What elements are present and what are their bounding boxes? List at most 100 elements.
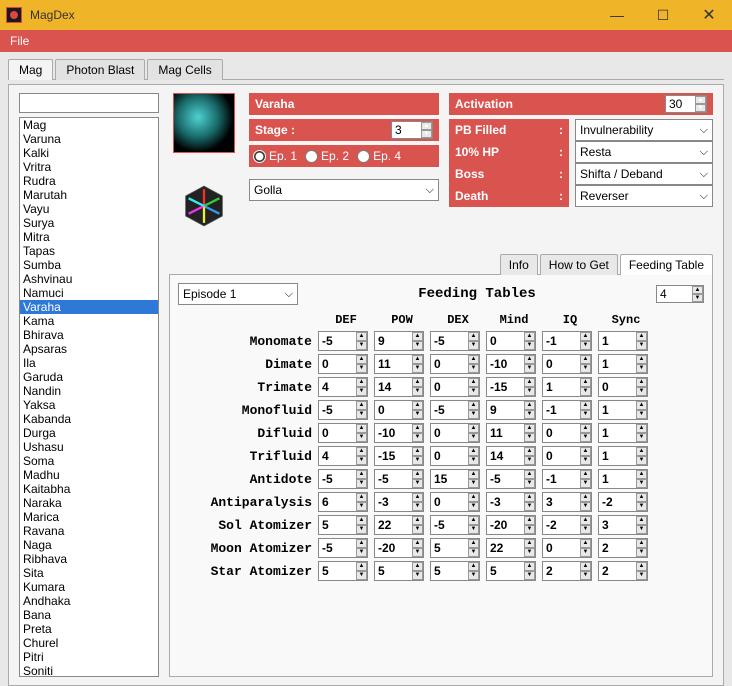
down-arrow-icon[interactable]: ▼ [636,341,647,350]
episode-combo[interactable]: Episode 1 [178,283,298,305]
mag-list-item[interactable]: Namuci [20,286,158,300]
down-arrow-icon[interactable]: ▼ [468,433,479,442]
stat-spinner[interactable]: ▲▼ [374,377,424,397]
down-arrow-icon[interactable]: ▼ [412,479,423,488]
up-arrow-icon[interactable]: ▲ [580,424,591,433]
mag-list-item[interactable]: Durga [20,426,158,440]
down-arrow-icon[interactable]: ▼ [412,456,423,465]
up-arrow-icon[interactable]: ▲ [636,539,647,548]
stat-spinner[interactable]: ▲▼ [318,469,368,489]
mag-list-item[interactable]: Bana [20,608,158,622]
up-arrow-icon[interactable]: ▲ [580,401,591,410]
stat-spinner[interactable]: ▲▼ [486,354,536,374]
mag-list-item[interactable]: Ribhava [20,552,158,566]
up-arrow-icon[interactable]: ▲ [356,424,367,433]
stat-spinner[interactable]: ▲▼ [542,400,592,420]
stat-spinner[interactable]: ▲▼ [318,492,368,512]
down-arrow-icon[interactable]: ▼ [692,294,703,302]
mag-list-item[interactable]: Varaha [20,300,158,314]
up-arrow-icon[interactable]: ▲ [580,539,591,548]
up-arrow-icon[interactable]: ▲ [412,516,423,525]
stat-spinner[interactable]: ▲▼ [486,377,536,397]
stat-spinner[interactable]: ▲▼ [542,561,592,581]
down-arrow-icon[interactable]: ▼ [524,548,535,557]
activation-combo[interactable]: Shifta / Deband [575,163,713,185]
down-arrow-icon[interactable]: ▼ [524,525,535,534]
stat-spinner[interactable]: ▲▼ [598,561,648,581]
stat-spinner[interactable]: ▲▼ [430,400,480,420]
down-arrow-icon[interactable]: ▼ [636,479,647,488]
up-arrow-icon[interactable]: ▲ [636,447,647,456]
down-arrow-icon[interactable]: ▼ [356,479,367,488]
mag-list-item[interactable]: Ila [20,356,158,370]
stat-spinner[interactable]: ▲▼ [542,492,592,512]
down-arrow-icon[interactable]: ▼ [524,341,535,350]
down-arrow-icon[interactable]: ▼ [524,571,535,580]
stat-spinner[interactable]: ▲▼ [486,492,536,512]
up-arrow-icon[interactable]: ▲ [356,470,367,479]
down-arrow-icon[interactable]: ▼ [636,548,647,557]
down-arrow-icon[interactable]: ▼ [412,433,423,442]
up-arrow-icon[interactable]: ▲ [524,493,535,502]
mag-list-item[interactable]: Kalki [20,146,158,160]
mag-list-item[interactable]: Rudra [20,174,158,188]
menu-file[interactable]: File [10,34,29,48]
up-arrow-icon[interactable]: ▲ [412,470,423,479]
mag-list-item[interactable]: Kabanda [20,412,158,426]
stat-spinner[interactable]: ▲▼ [542,538,592,558]
down-arrow-icon[interactable]: ▼ [580,571,591,580]
mag-list-item[interactable]: Kumara [20,580,158,594]
mag-list-item[interactable]: Kama [20,314,158,328]
down-arrow-icon[interactable]: ▼ [580,410,591,419]
stat-spinner[interactable]: ▲▼ [374,538,424,558]
down-arrow-icon[interactable]: ▼ [412,502,423,511]
up-arrow-icon[interactable]: ▲ [356,401,367,410]
mag-list-item[interactable]: Soma [20,454,158,468]
up-arrow-icon[interactable]: ▲ [468,355,479,364]
down-arrow-icon[interactable]: ▼ [580,502,591,511]
stat-spinner[interactable]: ▲▼ [318,515,368,535]
up-arrow-icon[interactable]: ▲ [636,562,647,571]
stat-spinner[interactable]: ▲▼ [430,515,480,535]
stat-spinner[interactable]: ▲▼ [542,354,592,374]
up-arrow-icon[interactable]: ▲ [468,424,479,433]
minimize-button[interactable]: — [594,0,640,30]
up-arrow-icon[interactable]: ▲ [468,378,479,387]
down-arrow-icon[interactable]: ▼ [468,364,479,373]
up-arrow-icon[interactable]: ▲ [356,447,367,456]
up-arrow-icon[interactable]: ▲ [356,493,367,502]
stat-spinner[interactable]: ▲▼ [430,492,480,512]
stat-spinner[interactable]: ▲▼ [430,331,480,351]
up-arrow-icon[interactable]: ▲ [580,493,591,502]
down-arrow-icon[interactable]: ▼ [580,364,591,373]
down-arrow-icon[interactable]: ▼ [580,387,591,396]
down-arrow-icon[interactable]: ▼ [524,410,535,419]
down-arrow-icon[interactable]: ▼ [356,571,367,580]
radio-ep2[interactable]: Ep. 2 [305,149,349,163]
down-arrow-icon[interactable]: ▼ [580,525,591,534]
down-arrow-icon[interactable]: ▼ [524,364,535,373]
stat-spinner[interactable]: ▲▼ [598,331,648,351]
down-arrow-icon[interactable]: ▼ [412,341,423,350]
stat-spinner[interactable]: ▲▼ [374,354,424,374]
stat-spinner[interactable]: ▲▼ [542,377,592,397]
down-arrow-icon[interactable]: ▼ [412,525,423,534]
down-arrow-icon[interactable]: ▼ [524,387,535,396]
stat-spinner[interactable]: ▲▼ [598,492,648,512]
stat-spinner[interactable]: ▲▼ [598,515,648,535]
up-arrow-icon[interactable]: ▲ [468,516,479,525]
up-arrow-icon[interactable]: ▲ [524,355,535,364]
stat-spinner[interactable]: ▲▼ [318,354,368,374]
down-arrow-icon[interactable]: ▼ [636,387,647,396]
mag-list-item[interactable]: Nandin [20,384,158,398]
stat-spinner[interactable]: ▲▼ [430,354,480,374]
stat-spinner[interactable]: ▲▼ [598,423,648,443]
up-arrow-icon[interactable]: ▲ [468,562,479,571]
down-arrow-icon[interactable]: ▼ [412,548,423,557]
up-arrow-icon[interactable]: ▲ [580,562,591,571]
stage-spinner[interactable]: ▲▼ [391,121,433,139]
down-arrow-icon[interactable]: ▼ [468,387,479,396]
down-arrow-icon[interactable]: ▼ [580,341,591,350]
up-arrow-icon[interactable]: ▲ [524,401,535,410]
down-arrow-icon[interactable]: ▼ [468,410,479,419]
